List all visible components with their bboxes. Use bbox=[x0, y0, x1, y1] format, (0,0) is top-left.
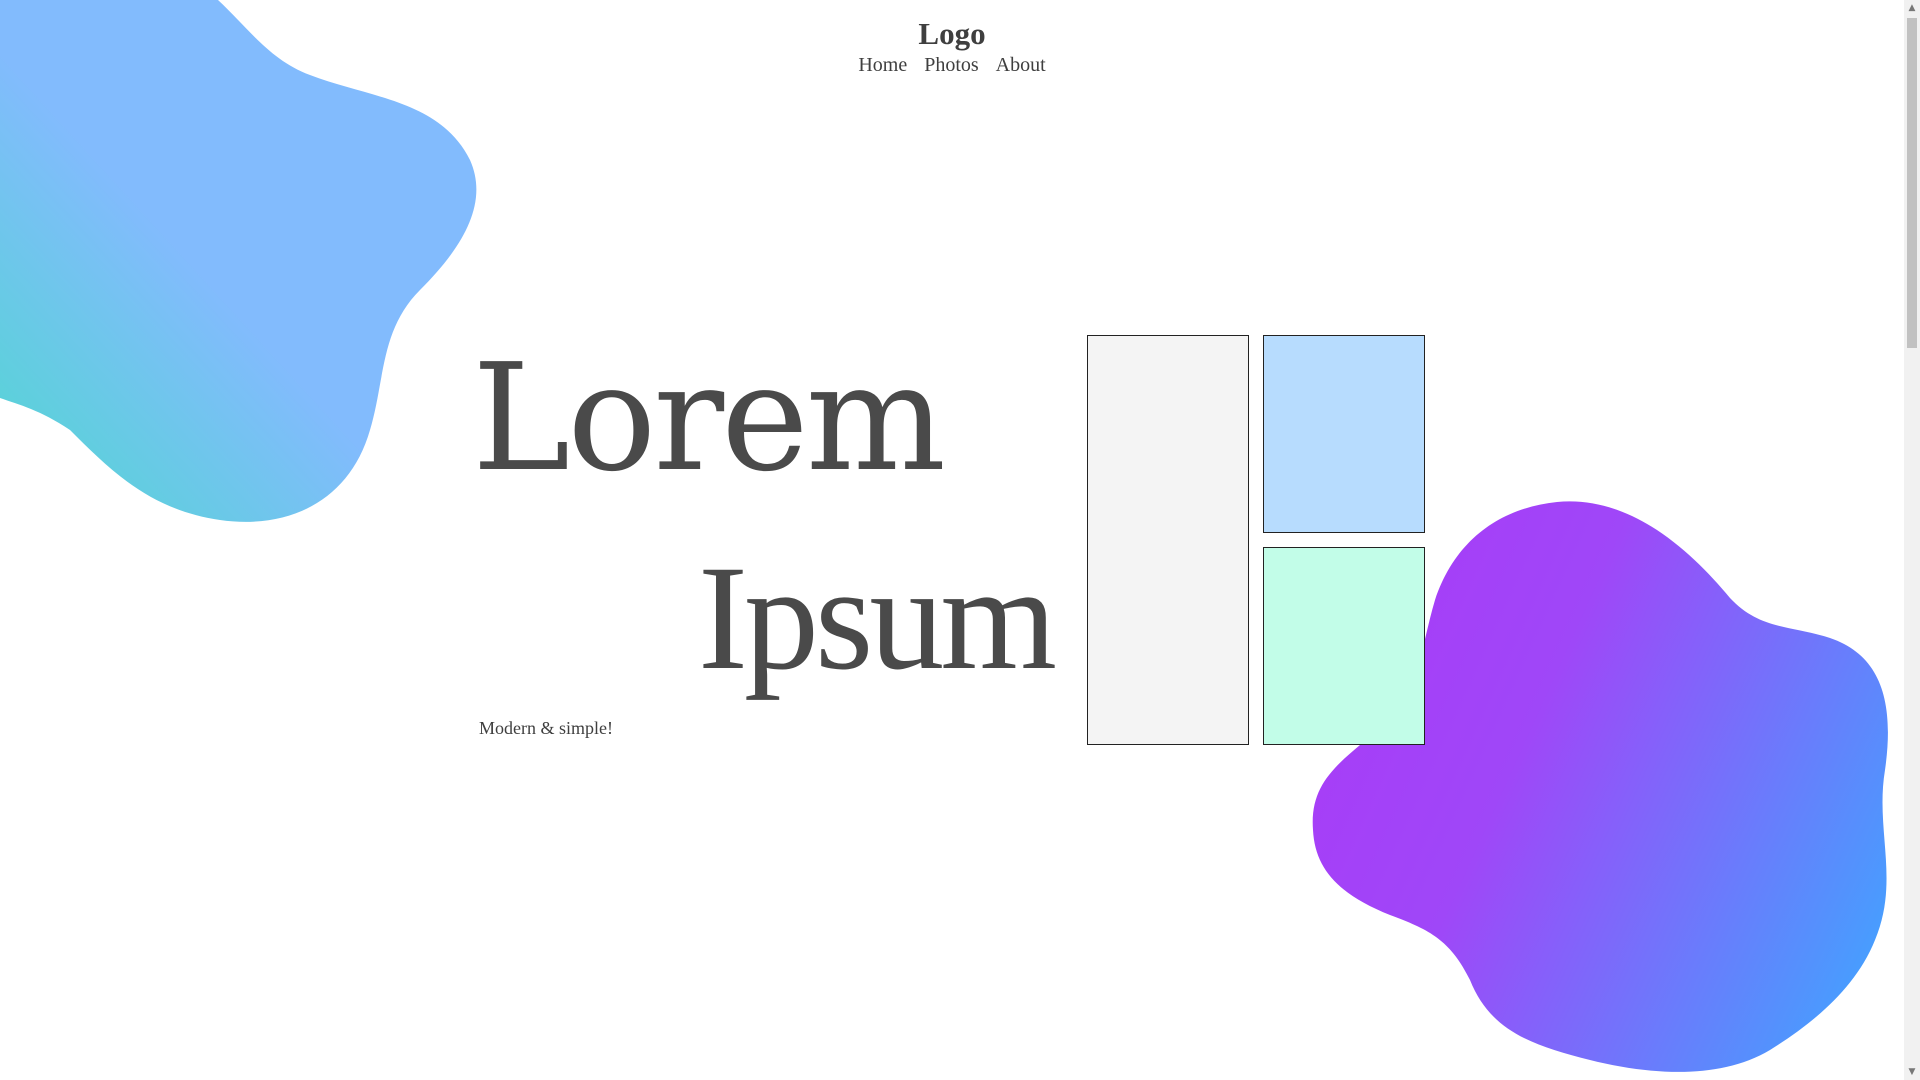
scrollbar-thumb[interactable] bbox=[1907, 18, 1917, 348]
scroll-up-icon[interactable]: ▲ bbox=[1904, 0, 1920, 16]
scroll-down-icon[interactable]: ▼ bbox=[1904, 1064, 1920, 1080]
vertical-scrollbar[interactable]: ▲ ▼ bbox=[1904, 0, 1920, 1080]
hero-tagline: Modern & simple! bbox=[479, 718, 613, 738]
photo-tile-mint[interactable] bbox=[1263, 547, 1425, 745]
main-nav: Home Photos About bbox=[0, 54, 1904, 77]
nav-link-about[interactable]: About bbox=[996, 54, 1046, 76]
nav-link-home[interactable]: Home bbox=[858, 54, 907, 76]
decorative-blob-top-left bbox=[0, 0, 477, 522]
site-logo[interactable]: Logo bbox=[0, 16, 1904, 52]
nav-link-photos[interactable]: Photos bbox=[924, 54, 978, 76]
photo-tile-tall[interactable] bbox=[1087, 335, 1249, 745]
hero-title-ipsum: Ipsum bbox=[698, 535, 1057, 701]
photo-tile-blue[interactable] bbox=[1263, 335, 1425, 533]
hero-title-lorem: Lorem bbox=[472, 332, 946, 504]
site-header: Logo Home Photos About bbox=[0, 16, 1904, 77]
